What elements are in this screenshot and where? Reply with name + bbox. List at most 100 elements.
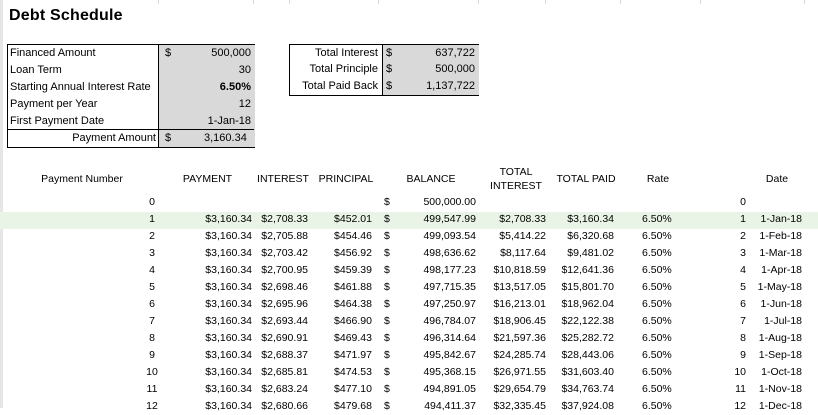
- currency-cell[interactable]: $: [384, 347, 394, 364]
- payment-cell[interactable]: $3,160.34: [182, 211, 252, 228]
- date-index-cell[interactable]: 11: [728, 381, 746, 398]
- interest-cell[interactable]: $2,690.91: [252, 330, 308, 347]
- currency-cell[interactable]: $: [384, 262, 394, 279]
- principal-cell[interactable]: $479.68: [314, 398, 372, 415]
- total-interest-cell[interactable]: $18,906.45: [486, 313, 546, 330]
- total-interest-cell[interactable]: $13,517.05: [486, 279, 546, 296]
- table-row[interactable]: 4 $3,160.34 $2,700.95 $459.39 $498,177.23 $10…: [0, 262, 818, 279]
- total-paid-cell[interactable]: $34,763.74: [552, 381, 614, 398]
- rate-cell[interactable]: 6.50%: [642, 262, 682, 279]
- total-paid-cell[interactable]: $9,481.02: [552, 245, 614, 262]
- principal-cell[interactable]: $459.39: [314, 262, 372, 279]
- total-paid-cell[interactable]: $28,443.06: [552, 347, 614, 364]
- payment-number[interactable]: 5: [138, 279, 166, 296]
- rate-cell[interactable]: 6.50%: [642, 228, 682, 245]
- rate-cell[interactable]: 6.50%: [642, 330, 682, 347]
- date-cell[interactable]: 1-Mar-18: [750, 245, 802, 262]
- total-interest-cell[interactable]: $26,971.55: [486, 364, 546, 381]
- balance-cell[interactable]: 496,314.64: [402, 330, 476, 347]
- payment-number[interactable]: 3: [138, 245, 166, 262]
- payment-cell[interactable]: $3,160.34: [182, 228, 252, 245]
- payment-number[interactable]: 1: [138, 211, 166, 228]
- table-row[interactable]: 6 $3,160.34 $2,695.96 $464.38 $497,250.97 $16…: [0, 296, 818, 313]
- table-row[interactable]: 8 $3,160.34 $2,690.91 $469.43 $496,314.64 $21…: [0, 330, 818, 347]
- date-index-cell[interactable]: 8: [728, 330, 746, 347]
- principal-cell[interactable]: $474.53: [314, 364, 372, 381]
- payment-number[interactable]: 2: [138, 228, 166, 245]
- table-row[interactable]: 5 $3,160.34 $2,698.46 $461.88 $497,715.35 $13…: [0, 279, 818, 296]
- balance-cell[interactable]: 500,000.00: [402, 194, 476, 211]
- table-row[interactable]: 1 $3,160.34 $2,708.33 $452.01 $499,547.99 $2,…: [0, 211, 818, 228]
- interest-cell[interactable]: $2,685.81: [252, 364, 308, 381]
- payment-cell[interactable]: $3,160.34: [182, 296, 252, 313]
- interest-cell[interactable]: $2,693.44: [252, 313, 308, 330]
- payment-cell[interactable]: $3,160.34: [182, 262, 252, 279]
- rate-cell[interactable]: 6.50%: [642, 279, 682, 296]
- date-cell[interactable]: 1-Sep-18: [750, 347, 802, 364]
- balance-cell[interactable]: 499,093.54: [402, 228, 476, 245]
- total-interest-cell[interactable]: $5,414.22: [486, 228, 546, 245]
- date-cell[interactable]: 1-Nov-18: [750, 381, 802, 398]
- date-index-cell[interactable]: 4: [728, 262, 746, 279]
- date-index-cell[interactable]: 7: [728, 313, 746, 330]
- total-interest-cell[interactable]: $2,708.33: [486, 211, 546, 228]
- balance-cell[interactable]: 494,891.05: [402, 381, 476, 398]
- interest-cell[interactable]: $2,680.66: [252, 398, 308, 415]
- payment-cell[interactable]: $3,160.34: [182, 381, 252, 398]
- total-interest-cell[interactable]: $29,654.79: [486, 381, 546, 398]
- interest-cell[interactable]: $2,705.88: [252, 228, 308, 245]
- interest-cell[interactable]: $2,698.46: [252, 279, 308, 296]
- payment-cell[interactable]: $3,160.34: [182, 398, 252, 415]
- balance-cell[interactable]: 495,368.15: [402, 364, 476, 381]
- payment-cell[interactable]: $3,160.34: [182, 347, 252, 364]
- table-row[interactable]: 11 $3,160.34 $2,683.24 $477.10 $494,891.05 $2…: [0, 381, 818, 398]
- principal-cell[interactable]: $464.38: [314, 296, 372, 313]
- input-value-payment-per-year[interactable]: 12: [188, 96, 251, 113]
- currency-cell[interactable]: $: [384, 228, 394, 245]
- currency-cell[interactable]: $: [384, 330, 394, 347]
- interest-cell[interactable]: $2,703.42: [252, 245, 308, 262]
- rate-cell[interactable]: 6.50%: [642, 398, 682, 415]
- input-value-first-payment-date[interactable]: 1-Jan-18: [188, 113, 251, 130]
- date-index-cell[interactable]: 12: [728, 398, 746, 415]
- principal-cell[interactable]: $456.92: [314, 245, 372, 262]
- payment-number[interactable]: 8: [138, 330, 166, 347]
- rate-cell[interactable]: 6.50%: [642, 381, 682, 398]
- rate-cell[interactable]: 6.50%: [642, 296, 682, 313]
- date-cell[interactable]: 1-Aug-18: [750, 330, 802, 347]
- payment-number[interactable]: 9: [138, 347, 166, 364]
- date-index-cell[interactable]: 1: [728, 211, 746, 228]
- balance-cell[interactable]: 499,547.99: [402, 211, 476, 228]
- rate-cell[interactable]: 6.50%: [642, 313, 682, 330]
- date-cell[interactable]: 1-Dec-18: [750, 398, 802, 415]
- date-cell[interactable]: 1-Jun-18: [750, 296, 802, 313]
- input-value-loan-term[interactable]: 30: [188, 62, 251, 79]
- principal-cell[interactable]: $454.46: [314, 228, 372, 245]
- payment-number[interactable]: 6: [138, 296, 166, 313]
- currency-cell[interactable]: $: [384, 313, 394, 330]
- rate-cell[interactable]: 6.50%: [642, 364, 682, 381]
- table-row[interactable]: 9 $3,160.34 $2,688.37 $471.97 $495,842.67 $24…: [0, 347, 818, 364]
- interest-cell[interactable]: $2,708.33: [252, 211, 308, 228]
- interest-cell[interactable]: $2,695.96: [252, 296, 308, 313]
- total-paid-cell[interactable]: $31,603.40: [552, 364, 614, 381]
- balance-cell[interactable]: 496,784.07: [402, 313, 476, 330]
- total-interest-cell[interactable]: $24,285.74: [486, 347, 546, 364]
- payment-number[interactable]: 0: [138, 194, 166, 211]
- date-cell[interactable]: 1-Oct-18: [750, 364, 802, 381]
- payment-number[interactable]: 10: [138, 364, 166, 381]
- date-index-cell[interactable]: 9: [728, 347, 746, 364]
- date-index-cell[interactable]: 3: [728, 245, 746, 262]
- total-paid-cell[interactable]: $18,962.04: [552, 296, 614, 313]
- total-paid-cell[interactable]: $22,122.38: [552, 313, 614, 330]
- principal-cell[interactable]: $461.88: [314, 279, 372, 296]
- balance-cell[interactable]: 497,250.97: [402, 296, 476, 313]
- total-paid-cell[interactable]: $3,160.34: [552, 211, 614, 228]
- total-paid-cell[interactable]: $15,801.70: [552, 279, 614, 296]
- table-row[interactable]: 7 $3,160.34 $2,693.44 $466.90 $496,784.07 $18…: [0, 313, 818, 330]
- balance-cell[interactable]: 494,411.37: [402, 398, 476, 415]
- interest-cell[interactable]: $2,683.24: [252, 381, 308, 398]
- interest-cell[interactable]: $2,688.37: [252, 347, 308, 364]
- table-row[interactable]: 2 $3,160.34 $2,705.88 $454.46 $499,093.54 $5,…: [0, 228, 818, 245]
- rate-cell[interactable]: 6.50%: [642, 347, 682, 364]
